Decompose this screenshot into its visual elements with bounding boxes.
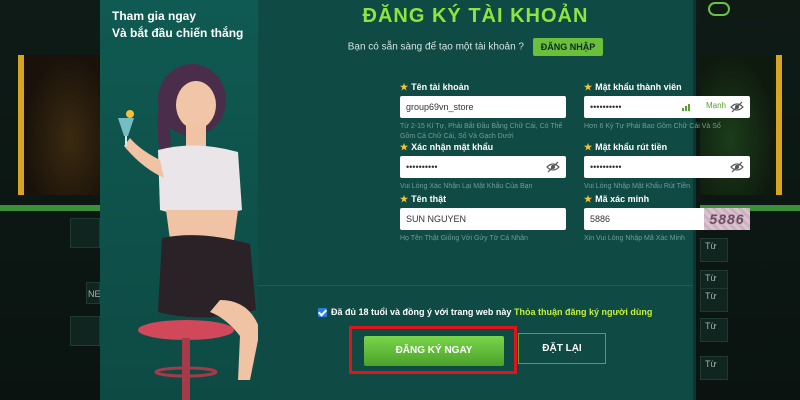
- background-tile: [70, 316, 100, 346]
- agree-checkbox[interactable]: [318, 308, 327, 318]
- character-illustration: [118, 64, 260, 400]
- username-hint: Từ 2-15 Kí Tự, Phải Bắt Đầu Bằng Chữ Cái…: [400, 123, 563, 140]
- real-name-label: ★ Tên thật: [400, 194, 566, 206]
- withdraw-password-value: ••••••••••: [590, 162, 622, 172]
- form-divider: [258, 285, 693, 286]
- confirm-password-label-text: Xác nhận mật khẩu: [411, 142, 494, 152]
- withdraw-password-label-text: Mật khẩu rút tiền: [595, 142, 668, 152]
- agreement-text: Đã đủ 18 tuổi và đồng ý với trang web nà…: [331, 307, 512, 317]
- form-subtitle: Bạn có sẵn sàng để tạo một tài khoản ?: [347, 41, 524, 53]
- captcha-input[interactable]: 5886 5886: [584, 208, 750, 230]
- login-button[interactable]: ĐĂNG NHẬP: [532, 38, 604, 56]
- terms-link[interactable]: Thỏa thuận đăng ký người dùng: [514, 307, 652, 317]
- form-subtitle-row: Bạn có sẵn sàng để tạo một tài khoản ? Đ…: [258, 38, 693, 56]
- confirm-password-label: ★ Xác nhận mật khẩu: [400, 142, 566, 154]
- confirm-password-input[interactable]: ••••••••••: [400, 156, 566, 178]
- background-tab-label: NE: [88, 289, 101, 299]
- password-field-group: ★ Mật khẩu thành viên •••••••••• Mạnh Hơn…: [584, 82, 750, 132]
- real-name-field-group: ★ Tên thật SUN NGUYEN Họ Tên Thật Giống V…: [400, 194, 566, 244]
- background-slot-banner-left: [18, 55, 100, 195]
- background-topbar: [700, 0, 800, 20]
- password-strength: Mạnh: [705, 101, 726, 110]
- register-button[interactable]: ĐĂNG KÝ NGAY: [364, 336, 504, 366]
- password-hint: Hơn 6 Ký Tự Phải Bao Gồm Chữ Cái Và Số: [584, 123, 721, 130]
- withdraw-password-input[interactable]: ••••••••••: [584, 156, 750, 178]
- reset-button[interactable]: ĐẶT LẠI: [518, 333, 606, 364]
- required-star-icon: ★: [584, 142, 593, 152]
- register-button-highlight: ĐĂNG KÝ NGAY: [349, 326, 517, 374]
- confirm-password-field-group: ★ Xác nhận mật khẩu •••••••••• Vui Lòng X…: [400, 142, 566, 192]
- required-star-icon: ★: [400, 82, 409, 92]
- background-tab-label: Từ: [705, 359, 717, 369]
- background-tab-right: Từ: [700, 288, 728, 312]
- agreement-row: Đã đủ 18 tuổi và đồng ý với trang web nà…: [318, 307, 652, 318]
- real-name-hint: Họ Tên Thật Giống Với Gửy Tờ Cá Nhân: [400, 235, 528, 242]
- eye-slash-icon[interactable]: [546, 161, 560, 173]
- real-name-label-text: Tên thật: [411, 194, 447, 204]
- form-title: ĐĂNG KÝ TÀI KHOẢN: [362, 5, 589, 27]
- password-input[interactable]: •••••••••• Mạnh: [584, 96, 750, 118]
- captcha-label: ★ Mã xác minh: [584, 194, 750, 206]
- password-value: ••••••••••: [590, 102, 622, 112]
- confirm-password-value: ••••••••••: [406, 162, 438, 172]
- background-tab-label: Từ: [705, 273, 717, 283]
- captcha-hint: Xin Vui Lòng Nhập Mã Xác Minh: [584, 235, 685, 242]
- withdraw-password-field-group: ★ Mật khẩu rút tiền •••••••••• Vui Lòng N…: [584, 142, 750, 192]
- required-star-icon: ★: [400, 194, 409, 204]
- required-star-icon: ★: [400, 142, 409, 152]
- background-tab-label: Từ: [705, 291, 717, 301]
- eye-slash-icon[interactable]: [730, 101, 744, 113]
- background-tab-right: Từ: [700, 318, 728, 342]
- captcha-field-group: ★ Mã xác minh 5886 5886 Xin Vui Lòng Nhập…: [584, 194, 750, 244]
- required-star-icon: ★: [584, 194, 593, 204]
- strength-bars-icon: [682, 104, 690, 111]
- background-green-strip-left: [0, 205, 100, 211]
- real-name-input[interactable]: SUN NGUYEN: [400, 208, 566, 230]
- background-tile: [70, 218, 100, 248]
- username-label: ★ Tên tài khoản: [400, 82, 566, 94]
- background-tab-label: Từ: [705, 321, 717, 331]
- required-star-icon: ★: [584, 82, 593, 92]
- captcha-image[interactable]: 5886: [704, 208, 750, 230]
- captcha-label-text: Mã xác minh: [595, 194, 650, 204]
- captcha-value: 5886: [590, 214, 611, 224]
- username-input[interactable]: group69vn_store: [400, 96, 566, 118]
- username-label-text: Tên tài khoản: [411, 82, 470, 92]
- background-tab-left: NE: [86, 282, 101, 304]
- eye-slash-icon[interactable]: [730, 161, 744, 173]
- password-label: ★ Mật khẩu thành viên: [584, 82, 750, 94]
- promo-panel: Tham gia ngay Và bắt đầu chiến thắng: [100, 0, 260, 400]
- username-field-group: ★ Tên tài khoản group69vn_store Từ 2-15 K…: [400, 82, 566, 142]
- background-toggle: [708, 2, 730, 16]
- withdraw-password-label: ★ Mật khẩu rút tiền: [584, 142, 750, 154]
- password-label-text: Mật khẩu thành viên: [595, 82, 682, 92]
- confirm-password-hint: Vui Lòng Xác Nhận Lại Mật Khẩu Của Bạn: [400, 183, 533, 190]
- background-tab-right: Từ: [700, 356, 728, 380]
- withdraw-password-hint: Vui Lòng Nhập Mật Khẩu Rút Tiền: [584, 183, 690, 190]
